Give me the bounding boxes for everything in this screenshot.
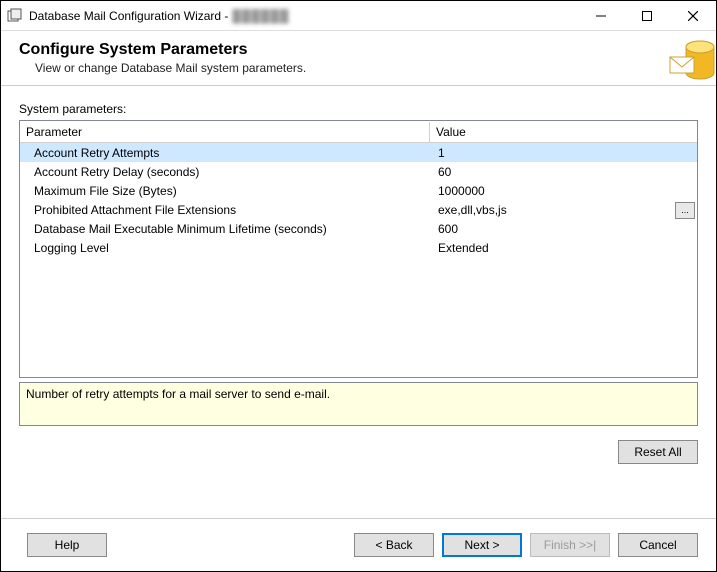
table-row[interactable]: Database Mail Executable Minimum Lifetim… xyxy=(20,219,697,238)
parameter-name: Account Retry Attempts xyxy=(20,145,430,161)
wizard-body: System parameters: Parameter Value Accou… xyxy=(1,86,716,518)
wizard-footer: Help < Back Next > Finish >>| Cancel xyxy=(1,518,716,571)
app-icon xyxy=(7,8,23,24)
wizard-window: Database Mail Configuration Wizard - ███… xyxy=(0,0,717,572)
reset-all-button[interactable]: Reset All xyxy=(618,440,698,464)
page-title: Configure System Parameters xyxy=(19,41,698,59)
table-row[interactable]: Account Retry Delay (seconds) 60 xyxy=(20,162,697,181)
maximize-button[interactable] xyxy=(624,1,670,30)
parameter-value[interactable]: Extended xyxy=(430,240,697,256)
parameter-name: Maximum File Size (Bytes) xyxy=(20,183,430,199)
parameter-value-text: 60 xyxy=(438,165,451,179)
wizard-header: Configure System Parameters View or chan… xyxy=(1,31,716,86)
table-row[interactable]: Prohibited Attachment File Extensionsexe… xyxy=(20,200,697,219)
help-button[interactable]: Help xyxy=(27,533,107,557)
window-title-extra: ██████ xyxy=(232,9,289,23)
parameter-value-text: 600 xyxy=(438,222,458,236)
parameters-table: Parameter Value Account Retry Attempts1A… xyxy=(19,120,698,378)
table-row[interactable]: Account Retry Attempts 1 xyxy=(20,143,697,162)
parameter-name: Logging Level xyxy=(20,240,430,256)
parameter-value[interactable]: 1000000 xyxy=(430,183,697,199)
parameter-value[interactable]: 60 xyxy=(430,164,697,180)
parameter-value-text: Extended xyxy=(438,241,489,255)
close-button[interactable] xyxy=(670,1,716,30)
parameter-name: Prohibited Attachment File Extensions xyxy=(20,202,430,218)
minimize-button[interactable] xyxy=(578,1,624,30)
parameter-value[interactable]: exe,dll,vbs,js... xyxy=(430,202,697,218)
table-row[interactable]: Maximum File Size (Bytes) 1000000 xyxy=(20,181,697,200)
window-title: Database Mail Configuration Wizard - xyxy=(29,9,228,23)
next-button[interactable]: Next > xyxy=(442,533,522,557)
parameter-value-text: exe,dll,vbs,js xyxy=(438,203,507,217)
parameter-description: Number of retry attempts for a mail serv… xyxy=(19,382,698,426)
parameter-name: Account Retry Delay (seconds) xyxy=(20,164,430,180)
finish-button[interactable]: Finish >>| xyxy=(530,533,610,557)
system-parameters-label: System parameters: xyxy=(19,102,698,116)
column-header-parameter[interactable]: Parameter xyxy=(20,122,430,142)
page-subtitle: View or change Database Mail system para… xyxy=(35,61,698,75)
parameter-value-text: 1 xyxy=(438,146,445,160)
title-bar: Database Mail Configuration Wizard - ███… xyxy=(1,1,716,31)
table-body: Account Retry Attempts 1 Account Retry Del… xyxy=(20,143,697,377)
column-header-value[interactable]: Value xyxy=(430,122,697,142)
parameter-value[interactable]: 600 xyxy=(430,221,697,237)
ellipsis-button[interactable]: ... xyxy=(675,202,695,219)
back-button[interactable]: < Back xyxy=(354,533,434,557)
parameter-value-text: 1000000 xyxy=(438,184,485,198)
parameter-name: Database Mail Executable Minimum Lifetim… xyxy=(20,221,430,237)
database-mail-icon xyxy=(668,37,716,85)
table-header: Parameter Value xyxy=(20,121,697,143)
parameter-value[interactable]: 1 xyxy=(430,145,697,161)
cancel-button[interactable]: Cancel xyxy=(618,533,698,557)
table-row[interactable]: Logging Level Extended xyxy=(20,238,697,257)
window-controls xyxy=(578,1,716,30)
